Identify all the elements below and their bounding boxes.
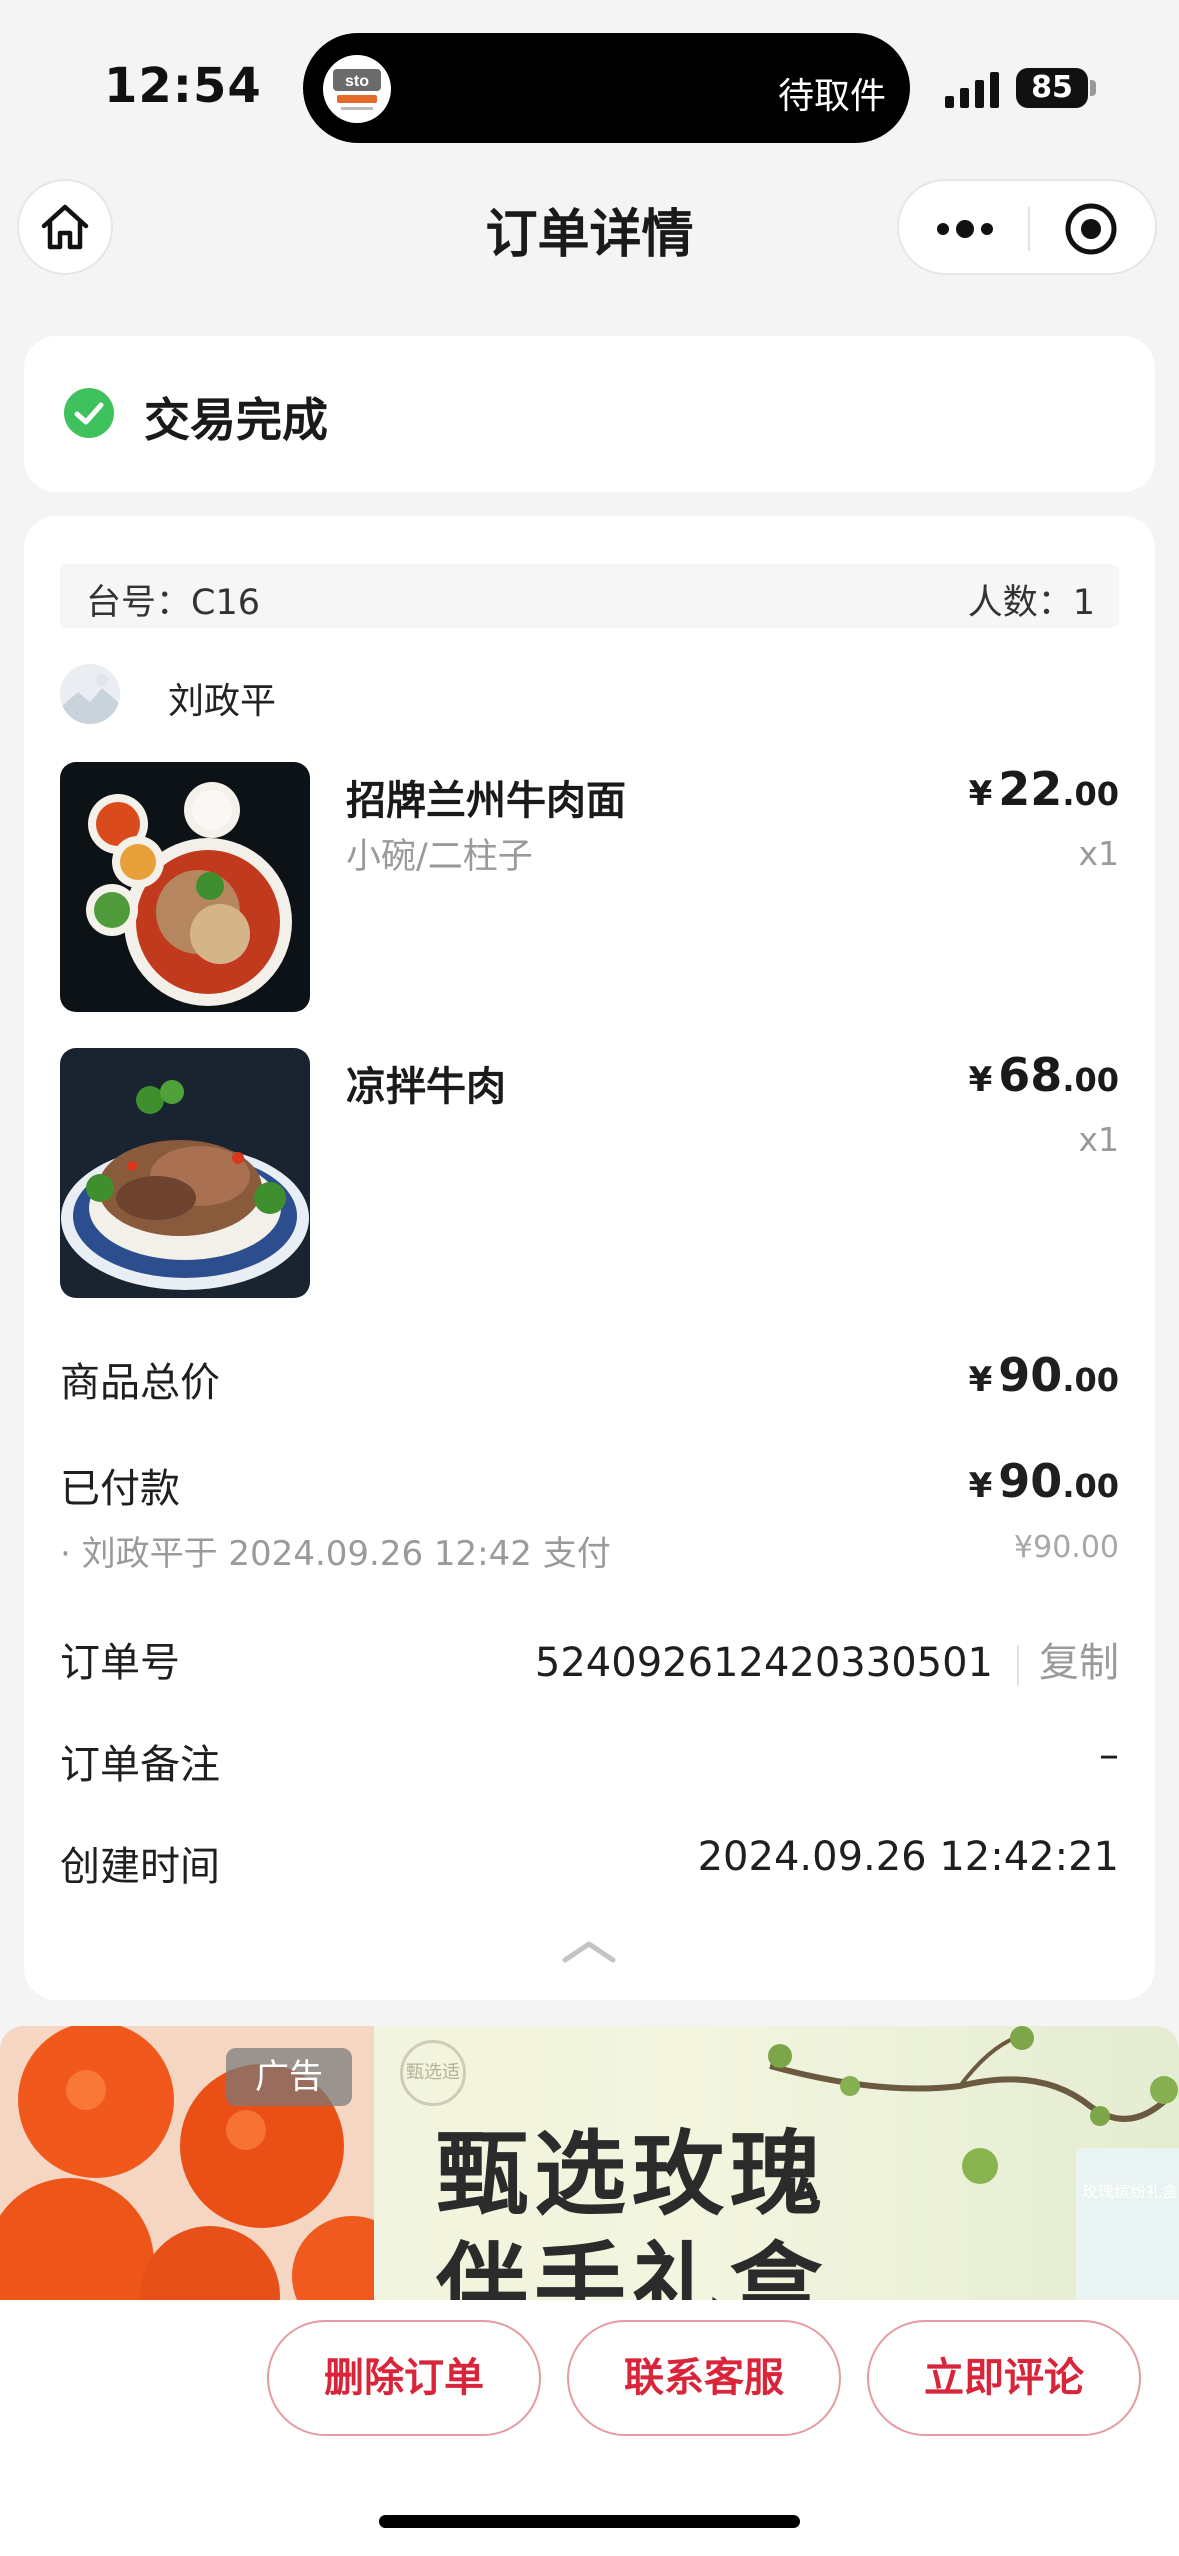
currency-symbol: ¥ bbox=[968, 774, 993, 814]
currency-symbol: ¥ bbox=[968, 1466, 993, 1506]
created-time-label: 创建时间 bbox=[60, 1844, 220, 1890]
order-item[interactable]: 招牌兰州牛肉面 小碗/二柱子 ¥22.00 x1 bbox=[60, 762, 1119, 1012]
copy-button[interactable]: 复制 bbox=[1039, 1640, 1119, 1686]
island-text: 待取件 bbox=[777, 76, 886, 117]
price-integer: 68 bbox=[998, 1048, 1063, 1102]
price-decimal: .00 bbox=[1062, 1467, 1119, 1505]
chevron-up-icon[interactable] bbox=[559, 1936, 619, 1966]
price-decimal: .00 bbox=[1062, 1361, 1119, 1399]
order-detail-card: 台号：C16 人数：1 刘政平 招牌兰州牛肉面 小碗/二柱子 ¥ 22.00 x… bbox=[24, 516, 1155, 2000]
battery-indicator: 85 bbox=[1016, 68, 1088, 108]
paid-value: ¥90.00 bbox=[969, 1454, 1119, 1508]
ad-brand-logo: 甄选适 bbox=[400, 2040, 466, 2106]
total-price-label: 商品总价 bbox=[60, 1360, 220, 1406]
target-icon[interactable] bbox=[1063, 201, 1119, 257]
price-integer: 90 bbox=[998, 1454, 1063, 1508]
price-integer: 90 bbox=[998, 1348, 1063, 1402]
ad-headline: 甄选玫瑰 伴手礼盒 bbox=[436, 2118, 828, 2308]
sto-express-logo-icon: sto bbox=[323, 55, 391, 123]
item-quantity: x1 bbox=[1078, 1120, 1119, 1159]
ad-headline-line1: 甄选玫瑰 bbox=[436, 2120, 829, 2228]
item-spec: 小碗/二柱子 bbox=[346, 837, 533, 877]
capsule-divider bbox=[1028, 207, 1030, 251]
review-button[interactable]: 立即评论 bbox=[867, 2320, 1141, 2436]
price-decimal: .00 bbox=[1062, 1061, 1119, 1099]
item-price: ¥22.00 bbox=[969, 762, 1119, 816]
dynamic-island[interactable]: sto 待取件 bbox=[303, 33, 910, 143]
item-name: 凉拌牛肉 bbox=[346, 1064, 506, 1110]
avatar bbox=[60, 664, 120, 724]
status-time: 12:54 bbox=[104, 58, 262, 114]
currency-symbol: ¥ bbox=[968, 1060, 993, 1100]
table-number: 台号：C16 bbox=[86, 583, 260, 623]
ad-headline-line2: 伴手礼盒 bbox=[436, 2232, 829, 2308]
ad-tag: 广告 bbox=[226, 2048, 352, 2106]
more-dots-icon[interactable] bbox=[927, 201, 1007, 257]
user-name: 刘政平 bbox=[168, 681, 277, 722]
order-status-card: 交易完成 bbox=[24, 336, 1155, 492]
order-item[interactable]: 凉拌牛肉 ¥68.00 x1 bbox=[60, 1048, 1119, 1298]
signal-icon bbox=[945, 72, 999, 108]
paid-label: 已付款 bbox=[60, 1466, 180, 1512]
item-name: 招牌兰州牛肉面 bbox=[346, 778, 626, 824]
svg-text:sto: sto bbox=[345, 73, 369, 90]
order-remark-value: – bbox=[1099, 1732, 1119, 1778]
check-circle-icon bbox=[64, 388, 114, 438]
currency-symbol: ¥ bbox=[968, 1360, 993, 1400]
payment-note-amount: ¥90.00 bbox=[1014, 1530, 1119, 1565]
mini-program-capsule bbox=[897, 179, 1157, 275]
created-time-value: 2024.09.26 12:42:21 bbox=[697, 1834, 1119, 1880]
price-decimal: .00 bbox=[1062, 775, 1119, 813]
contact-service-button[interactable]: 联系客服 bbox=[567, 2320, 841, 2436]
item-thumbnail bbox=[60, 762, 310, 1012]
table-info-bar: 台号：C16 人数：1 bbox=[60, 564, 1119, 628]
ad-banner[interactable]: 广告 甄选适 甄选玫瑰 伴手礼盒 玫瑰缤纷礼盒 bbox=[0, 2026, 1179, 2308]
item-thumbnail bbox=[60, 1048, 310, 1298]
order-remark-label: 订单备注 bbox=[60, 1742, 220, 1788]
item-price: ¥68.00 bbox=[969, 1048, 1119, 1102]
battery-cap bbox=[1090, 80, 1096, 96]
total-price-value: ¥90.00 bbox=[969, 1348, 1119, 1402]
order-number-label: 订单号 bbox=[60, 1640, 180, 1686]
ad-gift-box: 玫瑰缤纷礼盒 bbox=[1076, 2148, 1179, 2308]
payment-note: · 刘政平于 2024.09.26 12:42 支付 bbox=[60, 1534, 611, 1574]
order-status-text: 交易完成 bbox=[144, 393, 328, 447]
item-quantity: x1 bbox=[1078, 834, 1119, 873]
order-number-value: 524092612420330501 bbox=[534, 1640, 993, 1686]
home-indicator[interactable] bbox=[379, 2515, 800, 2528]
copy-divider bbox=[1017, 1645, 1019, 1685]
price-integer: 22 bbox=[998, 762, 1063, 816]
order-number-row: 524092612420330501 复制 bbox=[535, 1630, 1119, 1688]
delete-order-button[interactable]: 删除订单 bbox=[267, 2320, 541, 2436]
people-count: 人数：1 bbox=[967, 583, 1095, 623]
